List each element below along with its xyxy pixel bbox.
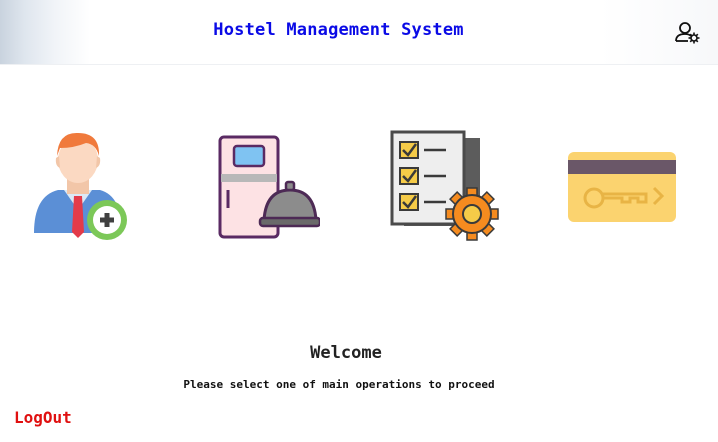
key-card-icon (568, 152, 676, 222)
room-service-icon (218, 135, 322, 239)
app-title: Hostel Management System (213, 20, 464, 40)
add-student-icon (34, 132, 127, 240)
user-settings-icon (675, 22, 700, 44)
welcome-heading: Welcome (310, 343, 382, 363)
user-settings-button[interactable] (674, 20, 702, 46)
instruction-text: Please select one of main operations to … (183, 378, 495, 391)
add-student-tile[interactable] (30, 128, 130, 242)
logout-link[interactable]: LogOut (14, 408, 72, 427)
checklist-settings-tile[interactable] (390, 130, 500, 242)
main-window: Hostel Management System Welcome Please … (0, 0, 718, 442)
checklist-settings-icon (390, 130, 499, 241)
room-service-tile[interactable] (216, 134, 322, 240)
header-bar: Hostel Management System (0, 0, 718, 65)
key-card-tile[interactable] (566, 150, 678, 224)
